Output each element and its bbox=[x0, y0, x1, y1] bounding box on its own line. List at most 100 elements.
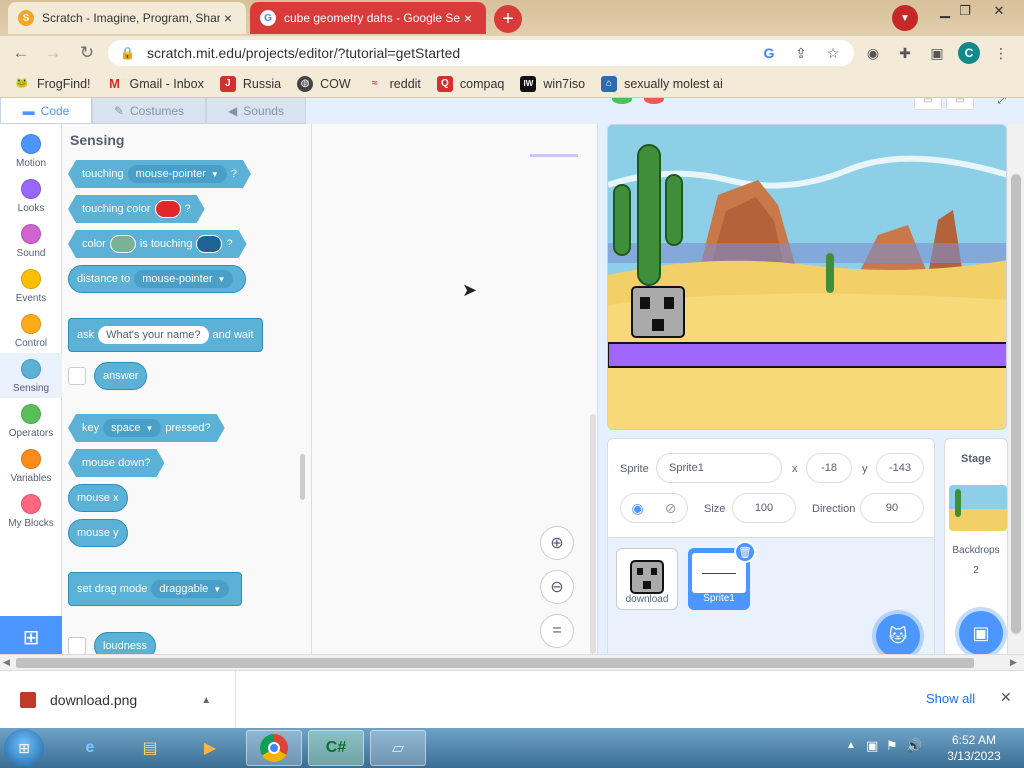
sprite-name-input[interactable]: Sprite1 bbox=[656, 453, 782, 483]
scroll-left-icon[interactable]: ◀ bbox=[3, 657, 10, 668]
media-player-icon[interactable]: ▶ bbox=[182, 730, 238, 766]
block-key-pressed[interactable]: key space ▼ pressed? bbox=[68, 414, 225, 442]
puzzle-icon[interactable]: ✚ bbox=[896, 44, 914, 62]
bookmark-russia[interactable]: J Russia bbox=[219, 75, 281, 92]
block-touching[interactable]: touching mouse-pointer ▼ ? bbox=[68, 160, 251, 188]
delete-sprite-button[interactable]: 🗑 bbox=[734, 541, 756, 563]
scroll-right-icon[interactable]: ▶ bbox=[1010, 657, 1017, 668]
new-tab-button[interactable]: + bbox=[494, 5, 522, 33]
block-mouse-down[interactable]: mouse down? bbox=[68, 449, 165, 477]
green-flag-icon[interactable] bbox=[612, 98, 632, 104]
category-control[interactable]: Control bbox=[0, 308, 62, 353]
stage-canvas[interactable] bbox=[607, 124, 1007, 430]
notepad-icon[interactable]: ▱ bbox=[370, 730, 426, 766]
code-workspace[interactable]: ➤ ⊕ ⊖ = bbox=[312, 124, 598, 658]
address-bar[interactable]: 🔒 scratch.mit.edu/projects/editor/?tutor… bbox=[108, 40, 854, 66]
tab-costumes[interactable]: ✎ Costumes bbox=[92, 98, 206, 124]
block-touching-color[interactable]: touching color ? bbox=[68, 195, 205, 223]
drag-mode-menu[interactable]: draggable ▼ bbox=[151, 580, 230, 598]
start-button[interactable]: ⊞ bbox=[4, 729, 44, 767]
flag-icon[interactable]: ⚑ bbox=[886, 738, 898, 754]
block-color-is-touching[interactable]: color is touching ? bbox=[68, 230, 247, 258]
reload-icon[interactable]: ↻ bbox=[76, 42, 98, 64]
color-swatch-red[interactable] bbox=[155, 200, 181, 218]
add-extension-button[interactable]: ⊞ bbox=[0, 616, 62, 658]
bookmark-star-icon[interactable]: ☆ bbox=[824, 44, 842, 62]
ie-icon[interactable]: e bbox=[62, 730, 118, 766]
scrollbar-thumb[interactable] bbox=[1011, 174, 1021, 634]
network-icon[interactable]: ▣ bbox=[866, 738, 878, 754]
bookmark-gmail[interactable]: M Gmail - Inbox bbox=[107, 76, 204, 92]
more-menu-icon[interactable]: ⋮ bbox=[992, 44, 1010, 62]
direction-input[interactable]: 90 bbox=[860, 493, 924, 523]
x-input[interactable]: -18 bbox=[806, 453, 852, 483]
page-vertical-scrollbar[interactable] bbox=[1008, 124, 1024, 658]
block-answer[interactable]: answer bbox=[94, 362, 148, 390]
category-looks[interactable]: Looks bbox=[0, 173, 62, 218]
block-mouse-x[interactable]: mouse x bbox=[68, 484, 128, 512]
show-all-link[interactable]: Show all bbox=[926, 691, 975, 706]
touching-menu[interactable]: mouse-pointer ▼ bbox=[128, 165, 227, 183]
zoom-in-button[interactable]: ⊕ bbox=[540, 526, 574, 560]
explorer-icon[interactable]: ▤ bbox=[122, 730, 178, 766]
scrollbar-thumb[interactable] bbox=[16, 658, 974, 668]
clock-date[interactable]: 3/13/2023 bbox=[940, 749, 1008, 763]
clock-time[interactable]: 6:52 AM bbox=[944, 733, 1004, 747]
category-motion[interactable]: Motion bbox=[0, 128, 62, 173]
block-set-drag-mode[interactable]: set drag mode draggable ▼ bbox=[68, 572, 243, 606]
close-tab-icon[interactable]: × bbox=[460, 10, 476, 26]
size-input[interactable]: 100 bbox=[732, 493, 796, 523]
category-operators[interactable]: Operators bbox=[0, 398, 62, 443]
restore-icon[interactable]: ❐ bbox=[950, 2, 980, 20]
choose-sprite-button[interactable]: 🐱 bbox=[876, 614, 920, 658]
tab-sounds[interactable]: ◀ Sounds bbox=[206, 98, 306, 124]
workspace-scrollbar[interactable] bbox=[590, 414, 596, 654]
chevron-up-icon[interactable]: ▲ bbox=[201, 695, 211, 706]
hide-eye-icon[interactable]: ⊘ bbox=[665, 500, 677, 517]
tab-search-chevron-icon[interactable]: ▼ bbox=[892, 5, 918, 31]
zoom-out-button[interactable]: ⊖ bbox=[540, 570, 574, 604]
csharp-icon[interactable]: C# bbox=[308, 730, 364, 766]
close-window-icon[interactable]: ✕ bbox=[984, 2, 1014, 20]
profile-avatar[interactable]: C bbox=[958, 42, 980, 64]
color-swatch-green[interactable] bbox=[110, 235, 136, 253]
category-events[interactable]: Events bbox=[0, 263, 62, 308]
volume-icon[interactable]: 🔊 bbox=[906, 738, 922, 754]
block-mouse-y[interactable]: mouse y bbox=[68, 519, 128, 547]
extension-icon[interactable]: ◉ bbox=[864, 44, 882, 62]
tab-code[interactable]: ▬ Code bbox=[0, 98, 92, 124]
back-arrow-icon[interactable]: ← bbox=[10, 42, 32, 64]
choose-backdrop-button[interactable]: ▣ bbox=[959, 611, 1003, 655]
answer-checkbox[interactable] bbox=[68, 367, 86, 385]
loudness-checkbox[interactable] bbox=[68, 637, 86, 655]
category-variables[interactable]: Variables bbox=[0, 443, 62, 488]
color-swatch-blue[interactable] bbox=[196, 235, 222, 253]
share-icon[interactable]: ⇪ bbox=[792, 44, 810, 62]
stop-icon[interactable] bbox=[644, 98, 664, 104]
page-horizontal-scrollbar[interactable]: ◀ ▶ bbox=[0, 654, 1024, 670]
category-sensing[interactable]: Sensing bbox=[0, 353, 62, 398]
bookmark-cow[interactable]: ◍ COW bbox=[297, 75, 351, 92]
backdrop-thumbnail[interactable] bbox=[949, 485, 1007, 531]
category-sound[interactable]: Sound bbox=[0, 218, 62, 263]
zoom-reset-button[interactable]: = bbox=[540, 614, 574, 648]
fullscreen-icon[interactable]: ⤢ bbox=[988, 98, 1016, 110]
download-item[interactable]: download.png ▲ bbox=[0, 671, 236, 729]
side-panel-icon[interactable]: ▣ bbox=[928, 44, 946, 62]
bookmark-reddit[interactable]: ≈ reddit bbox=[367, 76, 421, 92]
bookmark-win7iso[interactable]: IW win7iso bbox=[520, 75, 585, 92]
stage-selector-pane[interactable]: Stage Backdrops 2 ▣ bbox=[944, 438, 1008, 658]
category-my-blocks[interactable]: My Blocks bbox=[0, 488, 62, 533]
chrome-icon[interactable] bbox=[246, 730, 302, 766]
tray-expand-icon[interactable]: ▲ bbox=[846, 740, 856, 751]
distance-menu[interactable]: mouse-pointer ▼ bbox=[134, 270, 234, 288]
y-input[interactable]: -143 bbox=[876, 453, 924, 483]
bookmark-frogfind[interactable]: 🐸 FrogFind! bbox=[14, 76, 91, 92]
google-lens-icon[interactable]: G bbox=[760, 44, 778, 62]
show-eye-icon[interactable]: ◉ bbox=[632, 500, 644, 517]
small-stage-button[interactable]: ▭ bbox=[914, 98, 942, 110]
block-distance-to[interactable]: distance to mouse-pointer ▼ bbox=[68, 265, 247, 293]
tab-google-search[interactable]: G cube geometry dahs - Google Se × bbox=[250, 2, 486, 34]
close-tab-icon[interactable]: × bbox=[220, 10, 236, 26]
forward-arrow-icon[interactable]: → bbox=[42, 42, 64, 64]
